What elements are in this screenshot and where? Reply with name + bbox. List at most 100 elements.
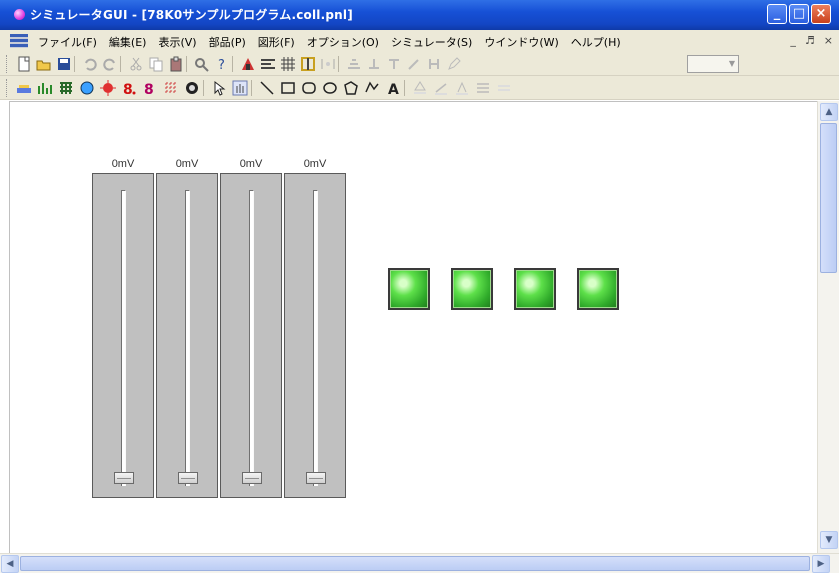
fill-icon[interactable]: [412, 80, 428, 96]
toolbar-separator: [251, 80, 252, 96]
minimize-button[interactable]: _: [767, 4, 787, 24]
open-icon[interactable]: [36, 56, 52, 72]
find-icon[interactable]: [194, 56, 210, 72]
new-icon[interactable]: [16, 56, 32, 72]
menu-item[interactable]: ウインドウ(W): [484, 34, 558, 50]
group-icon[interactable]: [320, 56, 336, 72]
text-icon[interactable]: A: [385, 80, 401, 98]
mdi-close-button[interactable]: ×: [824, 34, 833, 47]
menu-item[interactable]: 編集(E): [109, 34, 147, 50]
scroll-right-button[interactable]: ▶: [812, 555, 830, 573]
fader-body: [156, 173, 218, 498]
fader-value-label: 0mV: [111, 158, 135, 170]
scroll-left-button[interactable]: ◀: [1, 555, 19, 573]
rectangle-icon[interactable]: [280, 80, 296, 96]
pen-icon[interactable]: [446, 56, 462, 72]
toolbar-grip[interactable]: [6, 55, 10, 73]
fader-track[interactable]: [121, 190, 126, 486]
lamp-part-icon[interactable]: [100, 80, 116, 96]
menu-item[interactable]: ファイル(F): [38, 34, 97, 50]
rounded-rect-icon[interactable]: [301, 80, 317, 96]
line-style-icon[interactable]: [475, 80, 491, 96]
mdi-minimize-button[interactable]: _: [790, 34, 796, 47]
horizontal-scrollbar[interactable]: ◀ ▶: [0, 553, 839, 573]
fader-knob[interactable]: [178, 472, 198, 484]
vertical-scrollbar[interactable]: ▲ ▼: [817, 101, 839, 553]
scroll-up-button[interactable]: ▲: [820, 103, 838, 121]
maximize-button[interactable]: □: [789, 4, 809, 24]
svg-text:8: 8: [123, 82, 133, 96]
fader-knob[interactable]: [306, 472, 326, 484]
ellipse-icon[interactable]: [322, 80, 338, 96]
line-icon[interactable]: [259, 80, 275, 96]
rotate-icon[interactable]: [406, 56, 422, 72]
led-indicator[interactable]: [388, 268, 430, 310]
hand-icon[interactable]: [232, 80, 248, 96]
menu-item[interactable]: シミュレータ(S): [391, 34, 472, 50]
zoom-combo[interactable]: ▼: [687, 55, 739, 73]
bring-front-icon[interactable]: [366, 56, 382, 72]
undo-icon[interactable]: [82, 56, 98, 72]
paste-icon[interactable]: [168, 56, 184, 72]
horizontal-scroll-thumb[interactable]: [20, 556, 810, 571]
send-back-icon[interactable]: [386, 56, 402, 72]
align-icon[interactable]: [260, 56, 276, 72]
fader-track[interactable]: [313, 190, 318, 486]
help-icon[interactable]: ?: [214, 56, 230, 73]
select-arrow-icon[interactable]: [211, 80, 227, 96]
fader-knob[interactable]: [242, 472, 262, 484]
fader-track[interactable]: [185, 190, 190, 486]
menu-item[interactable]: ヘルプ(H): [571, 34, 621, 50]
level-part-icon[interactable]: [37, 80, 53, 96]
toolbar-separator: [186, 56, 187, 72]
save-icon[interactable]: [56, 56, 72, 72]
arrow-style-icon[interactable]: [496, 80, 512, 96]
flip-icon[interactable]: [426, 56, 442, 72]
fader-channel: 0mV: [220, 158, 282, 498]
menu-item[interactable]: 図形(F): [258, 34, 295, 50]
snap-icon[interactable]: [300, 56, 316, 72]
segment-part-icon[interactable]: 8: [121, 80, 137, 98]
led-part-icon[interactable]: [79, 80, 95, 96]
copy-icon[interactable]: [148, 56, 164, 72]
text-color-icon[interactable]: [454, 80, 470, 96]
toolbar-separator: [203, 80, 204, 96]
chevron-down-icon[interactable]: ▼: [729, 59, 735, 68]
app-logo-icon: [14, 9, 25, 20]
menu-item[interactable]: 部品(P): [209, 34, 246, 50]
grid-icon[interactable]: [280, 56, 296, 72]
cut-icon[interactable]: [128, 56, 144, 72]
fader-channel: 0mV: [156, 158, 218, 498]
key-part-icon[interactable]: [184, 80, 200, 96]
toolbar-grip[interactable]: [6, 79, 10, 97]
title-bar[interactable]: シミュレータGUI - [78K0サンプルプログラム.coll.pnl] _ □…: [0, 0, 839, 30]
buzzer-part-icon[interactable]: [163, 80, 179, 96]
fader-value-label: 0mV: [303, 158, 327, 170]
close-button[interactable]: ×: [811, 4, 831, 24]
freeform-icon[interactable]: [364, 80, 380, 96]
led-indicator[interactable]: [451, 268, 493, 310]
led-indicator[interactable]: [514, 268, 556, 310]
dot-part-icon[interactable]: 8: [142, 80, 158, 98]
fader-value-label: 0mV: [239, 158, 263, 170]
fader-track[interactable]: [249, 190, 254, 486]
fader-knob[interactable]: [114, 472, 134, 484]
redo-icon[interactable]: [102, 56, 118, 72]
mdi-restore-button[interactable]: ♬: [805, 34, 815, 47]
toolbar-separator: [338, 56, 339, 72]
properties-icon[interactable]: [240, 56, 256, 72]
menu-bar: ファイル(F) 編集(E) 表示(V) 部品(P) 図形(F) オプション(O) シミュレー…: [0, 30, 839, 52]
svg-text:?: ?: [218, 58, 225, 72]
vertical-scroll-thumb[interactable]: [820, 123, 837, 273]
document-icon[interactable]: [10, 34, 28, 48]
menu-item[interactable]: オプション(O): [307, 34, 379, 50]
scroll-down-button[interactable]: ▼: [820, 531, 838, 549]
matrix-part-icon[interactable]: [58, 80, 74, 96]
panel-canvas[interactable]: 0mV 0mV 0mV 0mV: [9, 101, 817, 553]
line-color-icon[interactable]: [433, 80, 449, 96]
led-indicator[interactable]: [577, 268, 619, 310]
polygon-icon[interactable]: [343, 80, 359, 96]
layer-icon[interactable]: [346, 56, 362, 72]
button-part-icon[interactable]: [16, 80, 32, 96]
menu-item[interactable]: 表示(V): [158, 34, 196, 50]
